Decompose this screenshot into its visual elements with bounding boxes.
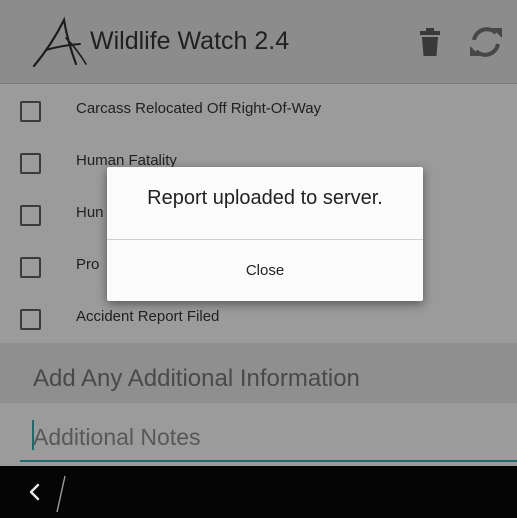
app-screen: Wildlife Watch 2.4 Carcass Relocated Off… bbox=[0, 0, 517, 518]
dialog-message: Report uploaded to server. bbox=[147, 187, 383, 209]
nav-divider bbox=[56, 475, 66, 513]
navigation-bar bbox=[0, 466, 517, 518]
upload-dialog: Report uploaded to server. Close bbox=[107, 167, 423, 301]
close-button[interactable]: Close bbox=[107, 240, 423, 301]
back-chevron-icon[interactable] bbox=[26, 481, 44, 503]
